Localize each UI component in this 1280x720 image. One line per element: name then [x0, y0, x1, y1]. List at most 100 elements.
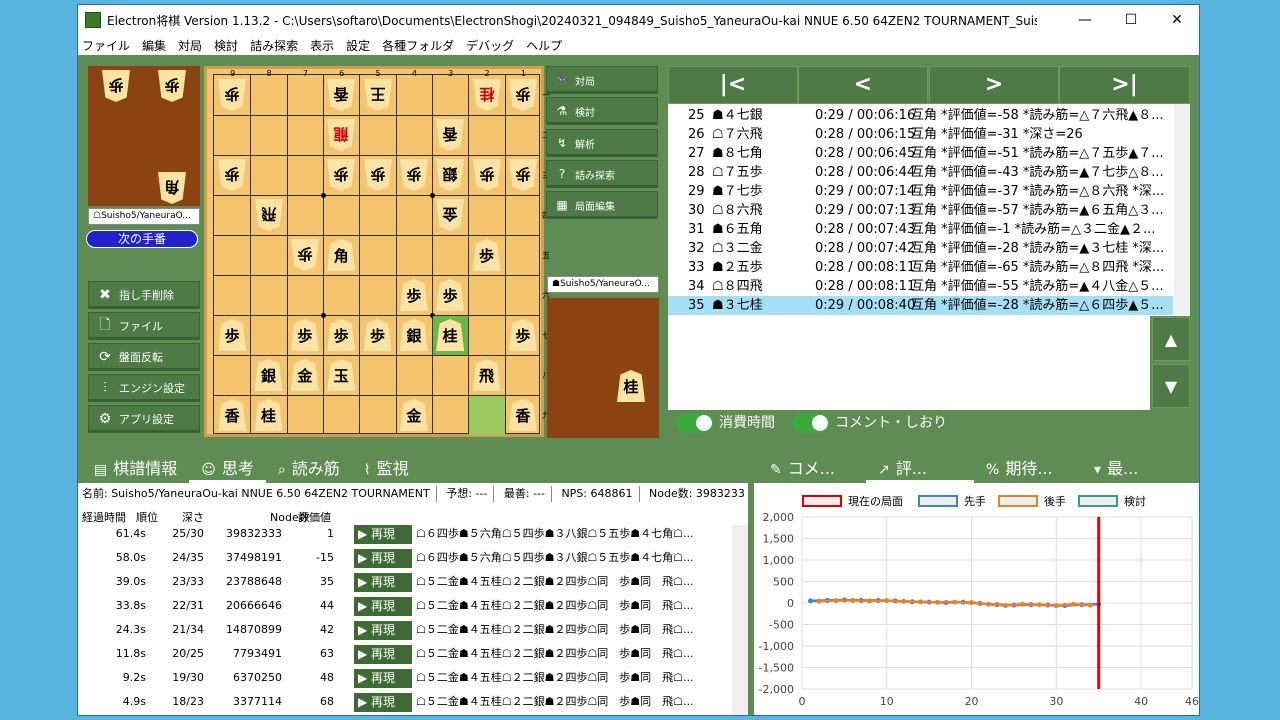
board-piece[interactable]: 歩	[218, 79, 246, 111]
board-piece[interactable]: 桂	[473, 79, 501, 111]
replay-button[interactable]: ▶ 再現	[354, 549, 412, 568]
board-piece[interactable]: 香	[436, 119, 464, 151]
record-scrollbar[interactable]	[1174, 104, 1190, 316]
record-row[interactable]: 26 ☖７六飛 0:28 / 00:06:15 互角 *評価値=-31 *深さ=26	[668, 125, 1173, 144]
board-piece[interactable]: 桂	[436, 319, 465, 351]
replay-button[interactable]: ▶ 再現	[354, 621, 412, 640]
replay-button[interactable]: ▶ 再現	[354, 573, 412, 592]
board-piece[interactable]: 歩	[472, 239, 501, 271]
board-piece[interactable]: 歩	[436, 279, 465, 311]
comment-box[interactable]	[668, 316, 1150, 410]
gote-hand-piece[interactable]: 歩	[102, 70, 130, 102]
menu-debug[interactable]: デバッグ	[466, 37, 514, 54]
tab-thinking[interactable]: ☺ 思考	[189, 457, 266, 483]
record-row[interactable]: 32 ☖３二金 0:28 / 00:07:42 互角 *評価値=-28 *読み筋=▲３…	[668, 239, 1173, 258]
replay-button[interactable]: ▶ 再現	[354, 597, 412, 616]
record-row[interactable]: 33 ☗２五歩 0:28 / 00:08:11 互角 *評価値=-65 *読み筋=△８…	[668, 258, 1173, 277]
pv-scrollbar[interactable]	[732, 525, 748, 715]
record-row[interactable]: 34 ☖８四飛 0:28 / 00:08:11 互角 *評価値=-55 *読み筋=▲４…	[668, 277, 1173, 296]
board-piece[interactable]: 銀	[399, 319, 428, 351]
board-piece[interactable]: 香	[218, 399, 247, 431]
tab-best[interactable]: ▾ 最...	[1082, 457, 1190, 483]
next-move-button[interactable]: >	[929, 66, 1059, 104]
tab-pv[interactable]: ⌕ 読み筋	[266, 457, 352, 483]
mate-search-button[interactable]: ? 詰み探索	[546, 160, 658, 188]
menu-view[interactable]: 表示	[310, 37, 334, 54]
tab-monitor[interactable]: ⌇ 監視	[352, 457, 421, 483]
minimize-button[interactable]: —	[1062, 5, 1108, 35]
record-row[interactable]: 35 ☗３七桂 0:29 / 00:08:40 互角 *評価値=-28 *読み筋=△６…	[668, 296, 1173, 315]
board-piece[interactable]: 金	[290, 359, 319, 391]
file-button[interactable]: 🗋 ファイル	[88, 312, 200, 340]
game-button[interactable]: 🎮 対局	[546, 66, 658, 94]
replay-button[interactable]: ▶ 再現	[354, 693, 412, 712]
board-piece[interactable]: 金	[399, 399, 428, 431]
delete-move-button[interactable]: ✖ 指し手削除	[88, 281, 200, 309]
move-down-button[interactable]: ▼	[1152, 364, 1190, 408]
close-button[interactable]: ✕	[1154, 5, 1199, 35]
gote-hand-piece[interactable]: 角	[158, 172, 186, 204]
board-piece[interactable]: 玉	[327, 359, 356, 391]
menu-game[interactable]: 対局	[178, 37, 202, 54]
first-move-button[interactable]: |<	[668, 66, 798, 104]
replay-button[interactable]: ▶ 再現	[354, 645, 412, 664]
board-piece[interactable]: 歩	[327, 159, 355, 191]
menu-settings[interactable]: 設定	[346, 37, 370, 54]
record-row[interactable]: 31 ☗６五角 0:28 / 00:07:43 互角 *評価値=-1 *読み筋=△３二…	[668, 220, 1173, 239]
prev-move-button[interactable]: <	[798, 66, 928, 104]
board-piece[interactable]: 飛	[472, 359, 501, 391]
board-piece[interactable]: 歩	[473, 159, 501, 191]
tab-evaluation[interactable]: ↗ 評...	[866, 457, 974, 483]
menu-edit[interactable]: 編集	[142, 37, 166, 54]
maximize-button[interactable]: ☐	[1108, 5, 1154, 35]
record-row[interactable]: 30 ☖８六飛 0:29 / 00:07:13 互角 *評価値=-57 *読み筋=▲６…	[668, 201, 1173, 220]
sente-hand-piece[interactable]: 桂	[617, 370, 645, 402]
move-up-button[interactable]: ▲	[1152, 317, 1190, 361]
board-piece[interactable]: 龍	[327, 119, 355, 151]
position-edit-button[interactable]: ▦ 局面編集	[546, 191, 658, 219]
record-row[interactable]: 29 ☗７七歩 0:29 / 00:07:14 互角 *評価値=-37 *読み筋=△８…	[668, 182, 1173, 201]
board-piece[interactable]: 歩	[364, 159, 392, 191]
board-piece[interactable]: 歩	[290, 319, 319, 351]
menu-file[interactable]: ファイル	[82, 37, 130, 54]
replay-button[interactable]: ▶ 再現	[354, 525, 412, 544]
comment-toggle[interactable]	[792, 413, 830, 433]
board-piece[interactable]: 銀	[254, 359, 283, 391]
board-piece[interactable]: 歩	[509, 159, 537, 191]
replay-button[interactable]: ▶ 再現	[354, 669, 412, 688]
board-piece[interactable]: 歩	[291, 239, 319, 271]
board-piece[interactable]: 角	[327, 239, 356, 271]
record-row[interactable]: 27 ☗８七角 0:28 / 00:06:45 互角 *評価値=-51 *読み筋=△７…	[668, 144, 1173, 163]
tab-record-info[interactable]: ▤ 棋譜情報	[82, 457, 189, 483]
board-piece[interactable]: 金	[436, 199, 464, 231]
board-piece[interactable]: 歩	[363, 319, 392, 351]
board-piece[interactable]: 歩	[400, 159, 428, 191]
board-piece[interactable]: 銀	[436, 159, 464, 191]
board-piece[interactable]: 歩	[508, 319, 537, 351]
board-piece[interactable]: 歩	[327, 319, 356, 351]
elapsed-time-toggle[interactable]	[676, 413, 714, 433]
menu-mate-search[interactable]: 詰み探索	[250, 37, 298, 54]
tab-expectation[interactable]: % 期待...	[974, 457, 1082, 483]
gote-hand-piece[interactable]: 歩	[158, 70, 186, 102]
board-piece[interactable]: 歩	[218, 159, 246, 191]
board-piece[interactable]: 香	[327, 79, 355, 111]
menu-research[interactable]: 検討	[214, 37, 238, 54]
app-settings-button[interactable]: ⚙ アプリ設定	[88, 405, 200, 433]
menu-help[interactable]: ヘルプ	[526, 37, 562, 54]
board-piece[interactable]: 王	[364, 79, 392, 111]
record-row[interactable]: 28 ☖７五歩 0:28 / 00:06:44 互角 *評価値=-43 *読み筋=▲７…	[668, 163, 1173, 182]
record-list[interactable]: 35 ☗３七桂 0:29 / 00:08:40 互角 *評価値=-28 *読み筋=△６…	[668, 104, 1190, 316]
board-piece[interactable]: 歩	[399, 279, 428, 311]
engine-settings-button[interactable]: ⫶ エンジン設定	[88, 374, 200, 402]
record-row[interactable]: 25 ☗４七銀 0:29 / 00:06:16 互角 *評価値=-58 *読み筋=△７…	[668, 106, 1173, 125]
analysis-button[interactable]: ↯ 解析	[546, 129, 658, 157]
board-piece[interactable]: 桂	[254, 399, 283, 431]
research-button[interactable]: ⚗ 検討	[546, 97, 658, 125]
menu-folders[interactable]: 各種フォルダ	[382, 37, 454, 54]
board-piece[interactable]: 歩	[218, 319, 247, 351]
board-piece[interactable]: 飛	[255, 199, 283, 231]
board-piece[interactable]: 歩	[509, 79, 537, 111]
flip-board-button[interactable]: ⟳ 盤面反転	[88, 343, 200, 371]
shogi-board[interactable]: 987654321一二三四五六七八九歩香王桂歩龍香歩歩歩歩銀歩歩飛金歩角歩歩歩歩…	[204, 66, 550, 437]
